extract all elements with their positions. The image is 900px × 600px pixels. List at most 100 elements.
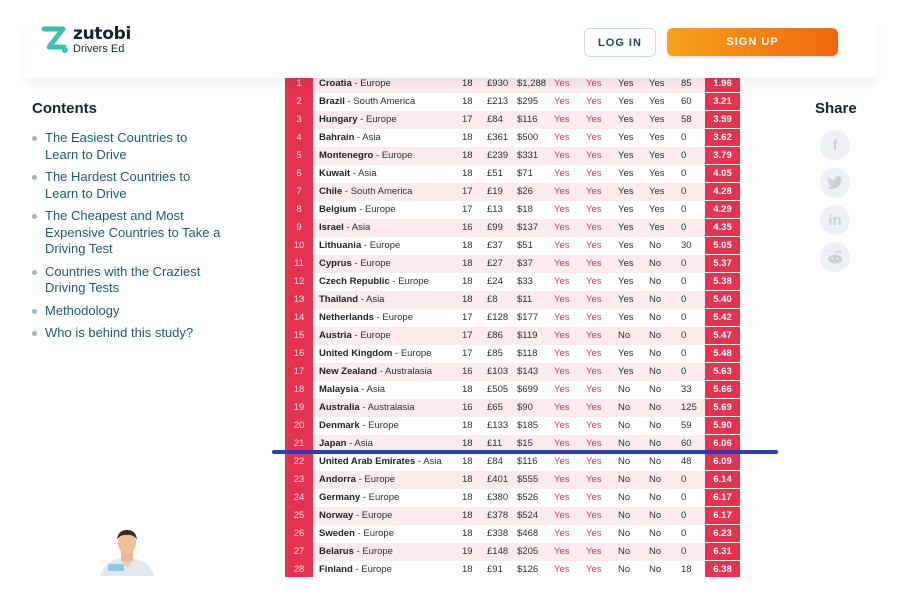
c4-cell: No (649, 240, 662, 251)
toc-item-hardest[interactable]: The Hardest Countries to Learn to Drive (32, 169, 222, 202)
c1-cell: Yes (554, 528, 570, 539)
zutobi-logo[interactable]: zutobi Drivers Ed (41, 25, 131, 55)
country-cell: Chile - South America (319, 183, 412, 201)
country-name: Andorra (319, 474, 356, 485)
c1-cell: Yes (554, 456, 570, 467)
age-cell: 18 (462, 528, 473, 539)
c1-cell: Yes (554, 330, 570, 341)
c3-cell: Yes (618, 240, 634, 251)
rank-cell: 9 (285, 219, 313, 237)
table-row: 10 Lithuania - Europe 18 £37 $51 Yes Yes Yes No 3… (285, 237, 740, 255)
toc-item-who-behind[interactable]: Who is behind this study? (32, 325, 222, 342)
score-cell: 6.38 (705, 561, 740, 577)
age-cell: 18 (462, 420, 473, 431)
country-separator: - (342, 186, 351, 197)
country-name: Australia (319, 402, 360, 413)
c1-cell: Yes (554, 186, 570, 197)
c3-cell: No (618, 492, 631, 503)
table-row: 20 Denmark - Europe 18 £133 $185 Yes Yes No No 59… (285, 417, 740, 435)
region-name: Asia (354, 438, 373, 449)
rank-cell: 15 (285, 327, 313, 345)
hours-cell: 0 (681, 510, 687, 521)
hours-cell: 125 (681, 402, 697, 413)
c2-cell: Yes (586, 564, 602, 575)
score-cell: 5.63 (705, 363, 740, 380)
c3-cell: Yes (618, 204, 634, 215)
region-name: Asia (365, 294, 385, 305)
c4-cell: No (649, 420, 662, 431)
country-name: Chile (319, 186, 343, 197)
country-cell: Montenegro - Europe (319, 147, 412, 165)
country-name: Bahrain (319, 132, 355, 143)
country-cell: Czech Republic - Europe (319, 273, 429, 291)
c2-cell: Yes (586, 402, 602, 413)
score-cell: 6.23 (705, 525, 740, 542)
country-name: New Zealand (319, 366, 378, 377)
country-name: Sweden (319, 528, 355, 539)
age-cell: 18 (462, 276, 473, 287)
country-separator: - (351, 78, 361, 89)
hours-cell: 0 (681, 546, 687, 557)
facebook-icon[interactable]: f (820, 130, 850, 160)
c2-cell: Yes (586, 510, 602, 521)
twitter-icon[interactable] (820, 168, 850, 198)
hours-cell: 59 (681, 420, 692, 431)
country-separator: - (358, 294, 366, 305)
gbp-cell: £99 (487, 222, 503, 233)
c4-cell: No (649, 384, 662, 395)
gbp-cell: £380 (487, 492, 509, 503)
c2-cell: Yes (586, 258, 602, 269)
age-cell: 18 (462, 294, 473, 305)
toc-item-cheapest[interactable]: The Cheapest and Most Expensive Countrie… (32, 208, 222, 258)
login-button[interactable]: LOG IN (584, 28, 656, 57)
country-name: Lithuania (319, 240, 362, 251)
region-name: Europe (382, 312, 413, 323)
country-cell: Thailand - Asia (319, 291, 384, 309)
c2-cell: Yes (586, 348, 602, 359)
country-name: Czech Republic (319, 276, 390, 287)
country-cell: Hungary - Europe (319, 111, 397, 129)
linkedin-icon[interactable]: in (820, 205, 850, 235)
gbp-cell: £378 (487, 510, 509, 521)
c2-cell: Yes (586, 474, 602, 485)
rank-cell: 18 (285, 381, 313, 399)
c1-cell: Yes (554, 402, 570, 413)
rank-cell: 13 (285, 291, 313, 309)
rank-cell: 3 (285, 111, 313, 129)
c3-cell: No (618, 528, 631, 539)
hours-cell: 0 (681, 132, 687, 143)
contents-title: Contents (32, 100, 97, 117)
score-cell: 5.48 (705, 345, 740, 362)
toc-item-easiest[interactable]: The Easiest Countries to Learn to Drive (32, 130, 222, 163)
c3-cell: Yes (618, 186, 634, 197)
c3-cell: Yes (618, 258, 634, 269)
age-cell: 17 (462, 348, 473, 359)
usd-cell: $116 (517, 456, 538, 467)
table-row: 23 Andorra - Europe 18 £401 $555 Yes Yes No No 0 6… (285, 471, 740, 489)
c4-cell: Yes (649, 186, 665, 197)
c4-cell: No (649, 492, 662, 503)
c2-cell: Yes (586, 492, 602, 503)
table-row: 27 Belarus - Europe 19 £148 $205 Yes Yes No No 0 6… (285, 543, 740, 561)
signup-button[interactable]: SIGN UP (667, 28, 838, 56)
rank-cell: 20 (285, 417, 313, 435)
toc-item-methodology[interactable]: Methodology (32, 303, 222, 320)
usd-cell: $526 (517, 492, 539, 503)
reddit-icon[interactable] (820, 242, 850, 272)
country-cell: Australia - Australasia (319, 399, 415, 417)
c3-cell: Yes (618, 96, 634, 107)
c3-cell: No (618, 474, 631, 485)
rank-cell: 17 (285, 363, 313, 381)
c2-cell: Yes (586, 222, 602, 233)
region-name: Asia (362, 132, 381, 143)
region-name: Australasia (385, 366, 432, 377)
c1-cell: Yes (554, 312, 570, 323)
rank-cell: 10 (285, 237, 313, 255)
country-cell: Norway - Europe (319, 507, 392, 525)
toc-item-craziest[interactable]: Countries with the Craziest Driving Test… (32, 264, 222, 297)
gbp-cell: £84 (487, 114, 503, 125)
country-name: Thailand (319, 294, 359, 305)
age-cell: 16 (462, 402, 473, 413)
hours-cell: 0 (681, 474, 687, 485)
usd-cell: $26 (517, 186, 533, 197)
